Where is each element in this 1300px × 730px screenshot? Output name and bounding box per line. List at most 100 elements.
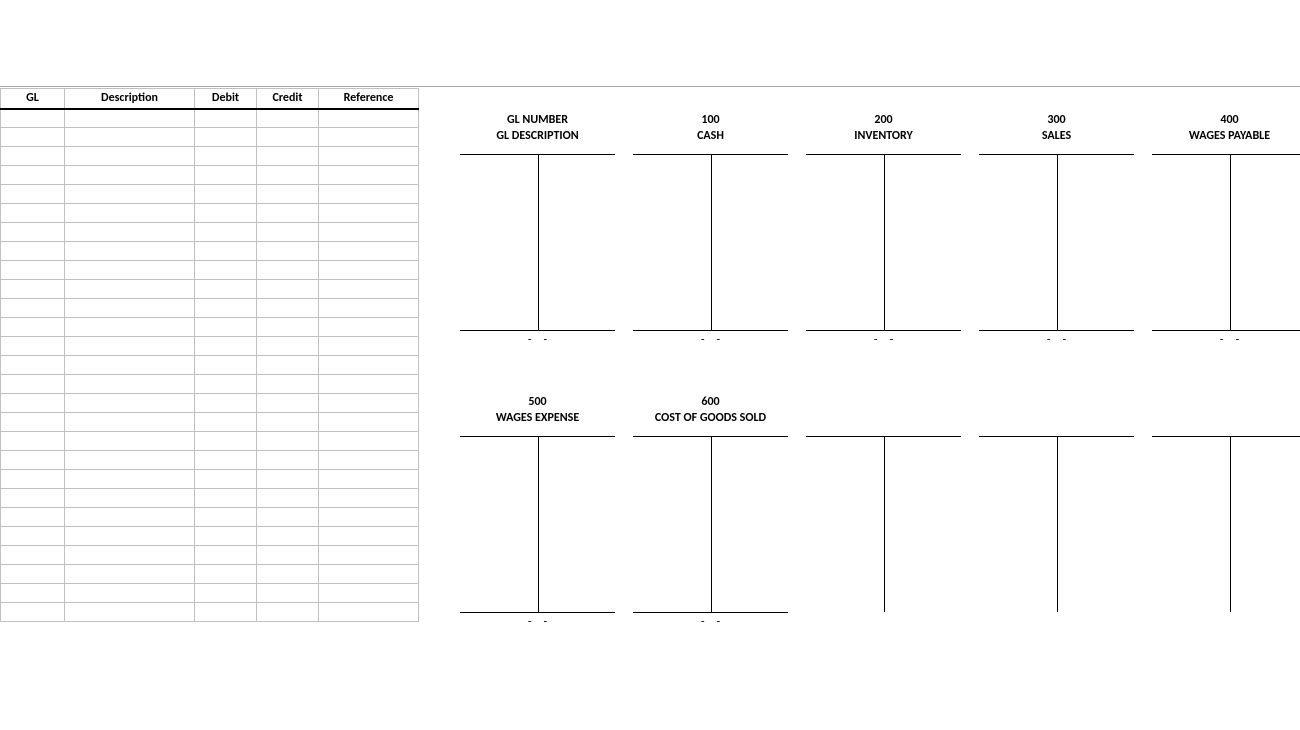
journal-cell[interactable] [65,603,195,622]
journal-cell[interactable] [1,204,65,223]
journal-cell[interactable] [1,527,65,546]
journal-cell[interactable] [257,489,319,508]
journal-cell[interactable] [195,280,257,299]
journal-cell[interactable] [257,337,319,356]
journal-cell[interactable] [257,147,319,166]
journal-cell[interactable] [195,489,257,508]
journal-cell[interactable] [319,166,419,185]
journal-row[interactable] [1,299,419,318]
journal-cell[interactable] [1,394,65,413]
journal-cell[interactable] [1,109,65,128]
journal-cell[interactable] [65,375,195,394]
journal-row[interactable] [1,470,419,489]
journal-cell[interactable] [1,451,65,470]
journal-cell[interactable] [319,223,419,242]
t-account-body[interactable] [806,154,961,330]
journal-cell[interactable] [319,280,419,299]
journal-cell[interactable] [257,584,319,603]
journal-cell[interactable] [1,565,65,584]
journal-cell[interactable] [257,128,319,147]
t-account-body[interactable] [633,154,788,330]
journal-row[interactable] [1,223,419,242]
journal-row[interactable] [1,375,419,394]
journal-cell[interactable] [257,394,319,413]
journal-cell[interactable] [257,242,319,261]
journal-cell[interactable] [257,375,319,394]
journal-cell[interactable] [257,261,319,280]
journal-cell[interactable] [257,356,319,375]
journal-row[interactable] [1,451,419,470]
journal-cell[interactable] [65,546,195,565]
journal-cell[interactable] [257,299,319,318]
journal-cell[interactable] [1,337,65,356]
journal-cell[interactable] [257,527,319,546]
journal-cell[interactable] [195,584,257,603]
journal-cell[interactable] [65,185,195,204]
journal-cell[interactable] [319,147,419,166]
journal-cell[interactable] [65,128,195,147]
journal-cell[interactable] [195,375,257,394]
journal-cell[interactable] [65,204,195,223]
journal-cell[interactable] [195,337,257,356]
journal-cell[interactable] [319,261,419,280]
journal-cell[interactable] [195,527,257,546]
journal-cell[interactable] [195,128,257,147]
journal-cell[interactable] [257,223,319,242]
journal-row[interactable] [1,337,419,356]
journal-cell[interactable] [257,204,319,223]
journal-cell[interactable] [65,147,195,166]
journal-cell[interactable] [319,109,419,128]
journal-cell[interactable] [257,470,319,489]
journal-row[interactable] [1,185,419,204]
journal-cell[interactable] [319,451,419,470]
journal-row[interactable] [1,546,419,565]
journal-row[interactable] [1,204,419,223]
journal-cell[interactable] [1,603,65,622]
journal-row[interactable] [1,109,419,128]
journal-cell[interactable] [195,223,257,242]
journal-cell[interactable] [1,261,65,280]
journal-row[interactable] [1,280,419,299]
t-account-body[interactable] [460,154,615,330]
journal-cell[interactable] [319,299,419,318]
journal-cell[interactable] [319,508,419,527]
journal-cell[interactable] [319,337,419,356]
journal-cell[interactable] [319,128,419,147]
journal-row[interactable] [1,318,419,337]
journal-cell[interactable] [195,470,257,489]
journal-cell[interactable] [319,242,419,261]
journal-row[interactable] [1,508,419,527]
journal-cell[interactable] [319,432,419,451]
journal-cell[interactable] [65,508,195,527]
journal-row[interactable] [1,128,419,147]
journal-cell[interactable] [195,432,257,451]
journal-cell[interactable] [319,318,419,337]
journal-cell[interactable] [319,489,419,508]
journal-cell[interactable] [195,147,257,166]
journal-cell[interactable] [65,565,195,584]
journal-row[interactable] [1,527,419,546]
journal-cell[interactable] [65,489,195,508]
journal-cell[interactable] [319,546,419,565]
journal-cell[interactable] [1,546,65,565]
journal-row[interactable] [1,413,419,432]
journal-cell[interactable] [65,261,195,280]
journal-cell[interactable] [1,413,65,432]
journal-cell[interactable] [195,413,257,432]
journal-row[interactable] [1,432,419,451]
journal-cell[interactable] [1,147,65,166]
journal-cell[interactable] [257,318,319,337]
journal-cell[interactable] [319,413,419,432]
journal-cell[interactable] [1,280,65,299]
t-account-body[interactable] [979,154,1134,330]
journal-row[interactable] [1,489,419,508]
journal-cell[interactable] [65,527,195,546]
journal-cell[interactable] [319,565,419,584]
journal-cell[interactable] [195,166,257,185]
journal-cell[interactable] [65,394,195,413]
journal-cell[interactable] [257,185,319,204]
journal-cell[interactable] [257,565,319,584]
journal-cell[interactable] [257,603,319,622]
journal-cell[interactable] [257,546,319,565]
journal-cell[interactable] [319,603,419,622]
